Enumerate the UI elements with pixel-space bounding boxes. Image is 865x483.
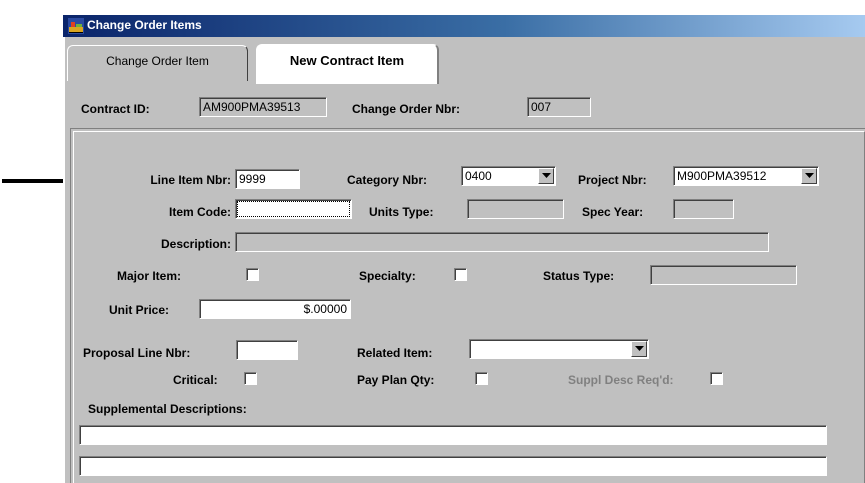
tab-change-order-item[interactable]: Change Order Item xyxy=(67,45,248,81)
tab-label: New Contract Item xyxy=(289,53,405,68)
category-dropdown-button[interactable] xyxy=(538,168,554,184)
line-item-nbr-label: Line Item Nbr: xyxy=(150,173,231,187)
unit-price-label: Unit Price: xyxy=(109,303,170,317)
category-nbr-value: 0400 xyxy=(465,169,492,183)
proposal-line-nbr-label: Proposal Line Nbr: xyxy=(83,346,191,360)
line-item-nbr-field[interactable]: 9999 xyxy=(235,169,300,189)
related-item-dropdown-button[interactable] xyxy=(631,341,647,357)
item-code-label: Item Code: xyxy=(168,205,231,219)
spec-year-field[interactable] xyxy=(673,199,734,219)
app-icon xyxy=(68,18,84,34)
tab-new-contract-item[interactable]: New Contract Item xyxy=(256,44,439,84)
status-type-field[interactable] xyxy=(650,265,797,285)
critical-checkbox[interactable] xyxy=(244,372,257,385)
chevron-down-icon xyxy=(542,173,551,178)
pay-plan-qty-checkbox[interactable] xyxy=(475,372,488,385)
window-title: Change Order Items xyxy=(87,18,202,32)
suppl-desc-reqd-label: Suppl Desc Req'd: xyxy=(568,373,674,387)
related-item-label: Related Item: xyxy=(357,346,433,360)
units-type-field[interactable] xyxy=(467,199,564,219)
unit-price-field[interactable]: $.00000 xyxy=(199,299,351,319)
project-nbr-label: Project Nbr: xyxy=(578,173,647,187)
category-nbr-select[interactable]: 0400 xyxy=(461,166,556,186)
item-code-field[interactable] xyxy=(235,199,352,219)
supplemental-descriptions-label: Supplemental Descriptions: xyxy=(88,402,247,416)
pay-plan-qty-label: Pay Plan Qty: xyxy=(357,373,435,387)
supplemental-description-row[interactable] xyxy=(79,456,827,476)
chevron-down-icon xyxy=(635,346,644,351)
related-item-select[interactable] xyxy=(469,339,649,359)
status-type-label: Status Type: xyxy=(543,269,615,283)
tab-label: Change Order Item xyxy=(106,54,209,68)
specialty-label: Specialty: xyxy=(359,269,416,283)
major-item-checkbox[interactable] xyxy=(246,268,259,281)
suppl-desc-reqd-checkbox[interactable] xyxy=(710,372,723,385)
specialty-checkbox[interactable] xyxy=(454,268,467,281)
project-nbr-value: M900PMA39512 xyxy=(677,169,767,183)
description-label: Description: xyxy=(160,237,231,251)
critical-label: Critical: xyxy=(173,373,218,387)
description-field[interactable] xyxy=(235,232,769,252)
contract-id-field[interactable]: AM900PMA39513 xyxy=(199,97,327,117)
category-nbr-label: Category Nbr: xyxy=(347,173,428,187)
chevron-down-icon xyxy=(805,173,814,178)
spec-year-label: Spec Year: xyxy=(582,205,644,219)
change-order-nbr-label: Change Order Nbr: xyxy=(352,102,461,116)
major-item-label: Major Item: xyxy=(117,269,182,283)
change-order-nbr-field[interactable]: 007 xyxy=(527,97,591,117)
units-type-label: Units Type: xyxy=(369,205,434,219)
contract-id-label: Contract ID: xyxy=(81,102,150,116)
proposal-line-nbr-field[interactable] xyxy=(236,340,298,360)
title-bar[interactable]: Change Order Items xyxy=(63,15,865,37)
project-nbr-select[interactable]: M900PMA39512 xyxy=(673,166,819,186)
supplemental-description-row[interactable] xyxy=(79,425,827,445)
project-dropdown-button[interactable] xyxy=(801,168,817,184)
